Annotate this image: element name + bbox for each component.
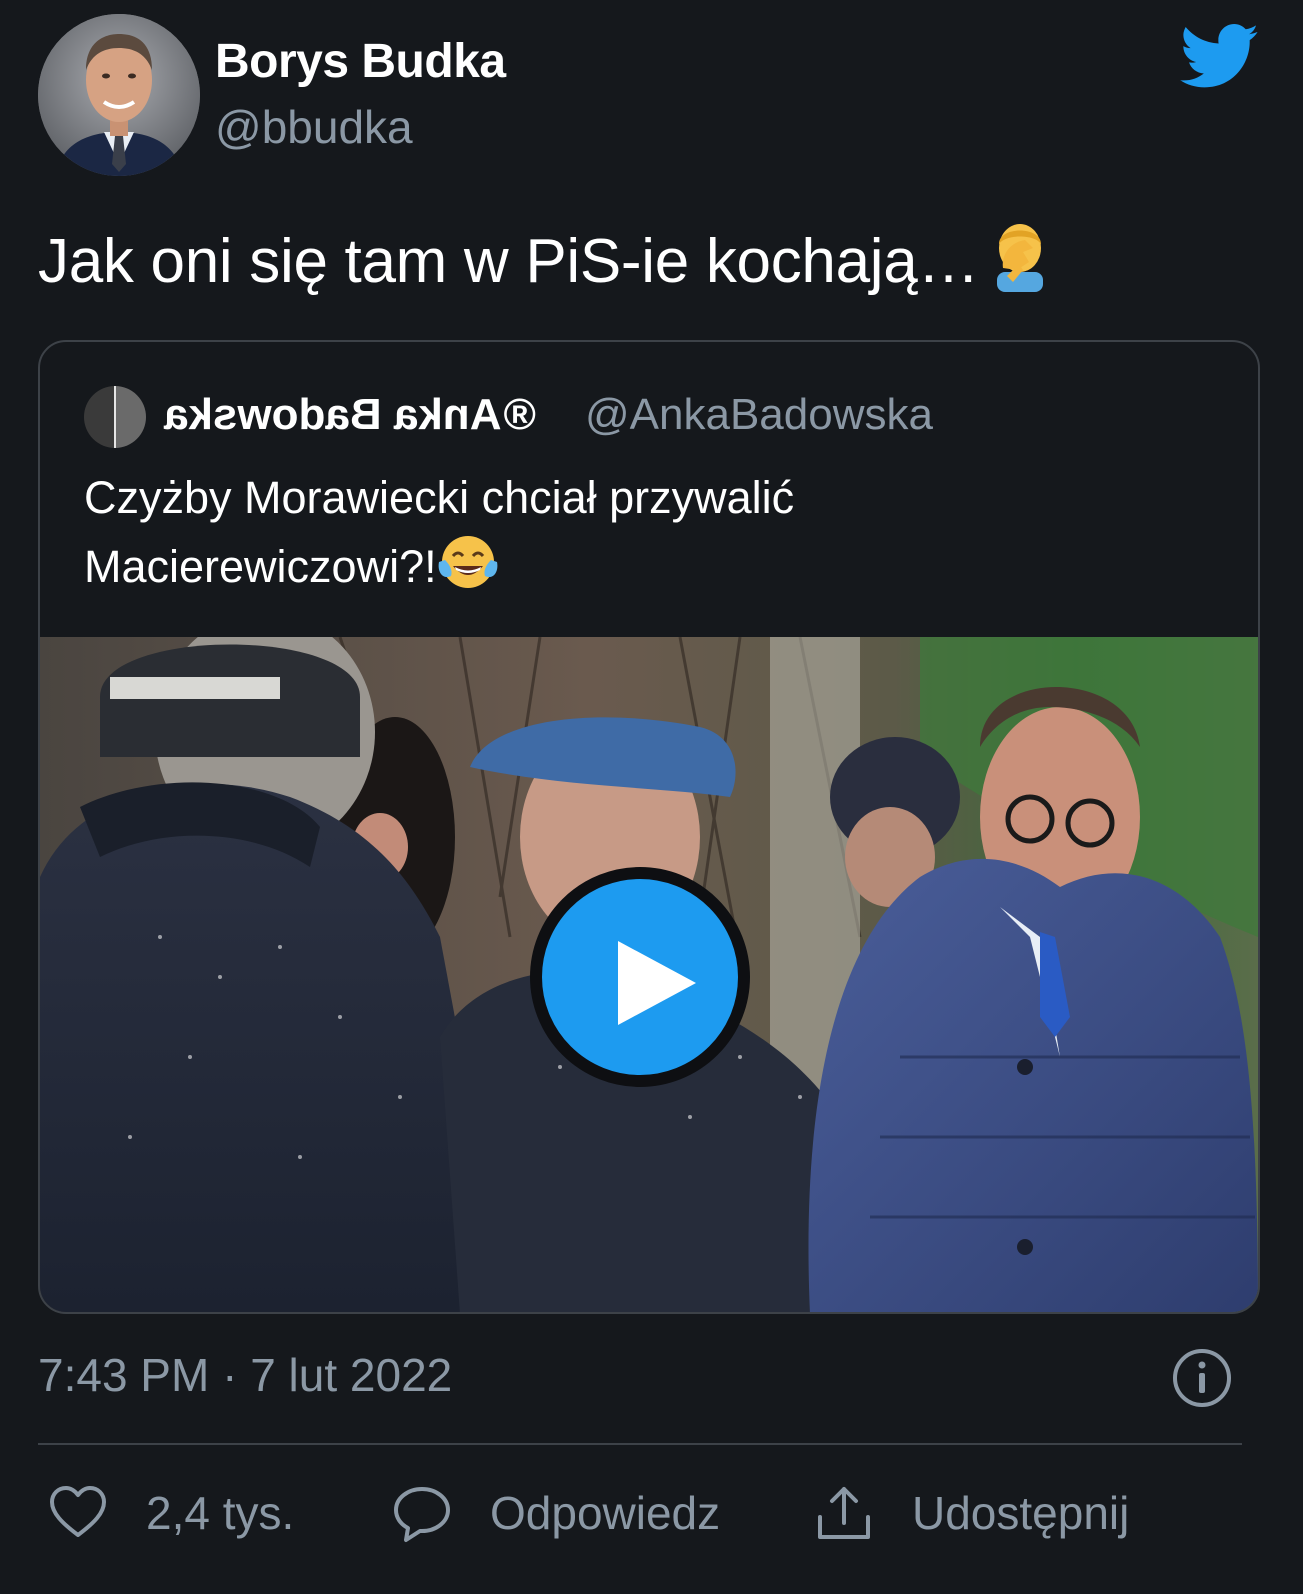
author-handle[interactable]: @bbudka: [215, 100, 413, 154]
tweet-card: Borys Budka @bbudka Jak oni się tam w Pi…: [0, 0, 1303, 1594]
tweet-timestamp[interactable]: 7:43 PM · 7 lut 2022: [38, 1348, 452, 1402]
tears-of-joy-emoji-icon: [438, 536, 497, 588]
heart-icon: [50, 1486, 106, 1537]
reply-bubble-icon: [394, 1487, 450, 1542]
author-name[interactable]: Borys Budka: [215, 34, 506, 89]
share-label: Udostępnij: [912, 1487, 1130, 1539]
quoted-tweet-text: Czyżby Morawiecki chciał przywalić Macie…: [84, 464, 1184, 601]
tweet-text-content: Jak oni się tam w PiS-ie kochają…: [38, 227, 980, 296]
quoted-author-avatar[interactable]: [84, 386, 146, 448]
share-button[interactable]: Udostępnij: [814, 1480, 1129, 1546]
quoted-author-name-mirrored: Anka Badowska: [164, 390, 502, 439]
quoted-tweet[interactable]: Anka Badowska ® @AnkaBadowska Czyżby Mora…: [38, 340, 1260, 1314]
facepalm-emoji-icon: [997, 224, 1044, 292]
quoted-text-line-1: Czyżby Morawiecki chciał przywalić: [84, 472, 795, 523]
like-button[interactable]: 2,4 tys.: [48, 1480, 294, 1546]
video-player[interactable]: [40, 637, 1258, 1312]
quoted-author-handle[interactable]: @AnkaBadowska: [585, 390, 933, 440]
reply-button[interactable]: Odpowiedz: [392, 1480, 720, 1546]
share-icon: [818, 1487, 870, 1539]
like-count: 2,4 tys.: [146, 1487, 295, 1539]
quoted-text-line-2: Macierewiczowi?!: [84, 541, 437, 592]
quoted-author-name[interactable]: Anka Badowska ®: [164, 390, 536, 440]
tweet-text: Jak oni się tam w PiS-ie kochają…: [38, 218, 1051, 297]
twitter-bird-icon[interactable]: [1180, 24, 1260, 90]
info-icon[interactable]: [1172, 1348, 1232, 1408]
author-avatar[interactable]: [38, 14, 200, 176]
play-button[interactable]: [530, 867, 750, 1087]
play-icon: [618, 941, 696, 1025]
divider: [38, 1443, 1242, 1445]
quoted-author-registered-mark: ®: [503, 390, 536, 439]
reply-label: Odpowiedz: [490, 1487, 721, 1539]
